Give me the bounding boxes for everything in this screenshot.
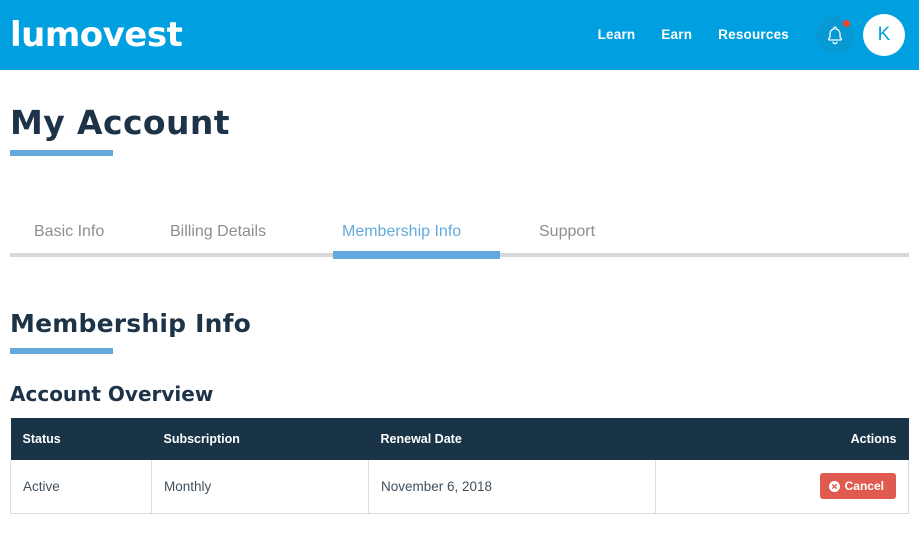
table-body: Active Monthly November 6, 2018 Cancel — [10, 460, 909, 514]
nav-item-resources[interactable]: Resources — [718, 27, 789, 42]
cancel-button-label: Cancel — [844, 479, 884, 494]
account-overview-table: Status Subscription Renewal Date Actions… — [10, 418, 909, 514]
cancel-subscription-button[interactable]: Cancel — [819, 473, 896, 500]
tab-support[interactable]: Support — [539, 220, 595, 244]
column-header-status: Status — [22, 432, 61, 446]
section-title-underline — [10, 348, 113, 354]
tab-billing-details[interactable]: Billing Details — [170, 220, 266, 244]
account-tabs: Basic Info Billing Details Membership In… — [0, 220, 919, 266]
nav-item-earn[interactable]: Earn — [661, 27, 692, 42]
cell-actions: Cancel — [655, 460, 909, 514]
cell-status: Active — [10, 460, 152, 514]
column-header-actions: Actions — [850, 432, 897, 446]
column-header-renewal-date: Renewal Date — [380, 432, 462, 446]
subsection-title: Account Overview — [10, 382, 214, 406]
tab-basic-info[interactable]: Basic Info — [34, 220, 104, 244]
page-title: My Account — [10, 103, 230, 142]
bell-icon — [825, 25, 845, 46]
brand-logo[interactable]: lumovest — [10, 16, 183, 54]
top-navigation-bar: lumovest Learn Earn Resources K — [0, 0, 919, 70]
tab-active-indicator — [333, 251, 500, 259]
avatar[interactable]: K — [863, 14, 905, 56]
section-title: Membership Info — [10, 309, 252, 338]
nav-item-learn[interactable]: Learn — [598, 27, 636, 42]
times-circle-icon — [828, 480, 840, 492]
column-header-subscription: Subscription — [163, 432, 240, 446]
table-header: Status Subscription Renewal Date Actions — [10, 418, 909, 460]
table-header-row: Status Subscription Renewal Date Actions — [10, 418, 909, 460]
primary-nav: Learn Earn Resources — [598, 27, 789, 42]
page-title-underline — [10, 150, 113, 156]
notifications-button[interactable] — [816, 16, 854, 54]
cell-subscription: Monthly — [151, 460, 369, 514]
cell-renewal-date: November 6, 2018 — [368, 460, 656, 514]
table-row: Active Monthly November 6, 2018 Cancel — [10, 460, 909, 514]
tab-membership-info[interactable]: Membership Info — [342, 220, 461, 244]
notification-badge-dot — [843, 20, 850, 27]
